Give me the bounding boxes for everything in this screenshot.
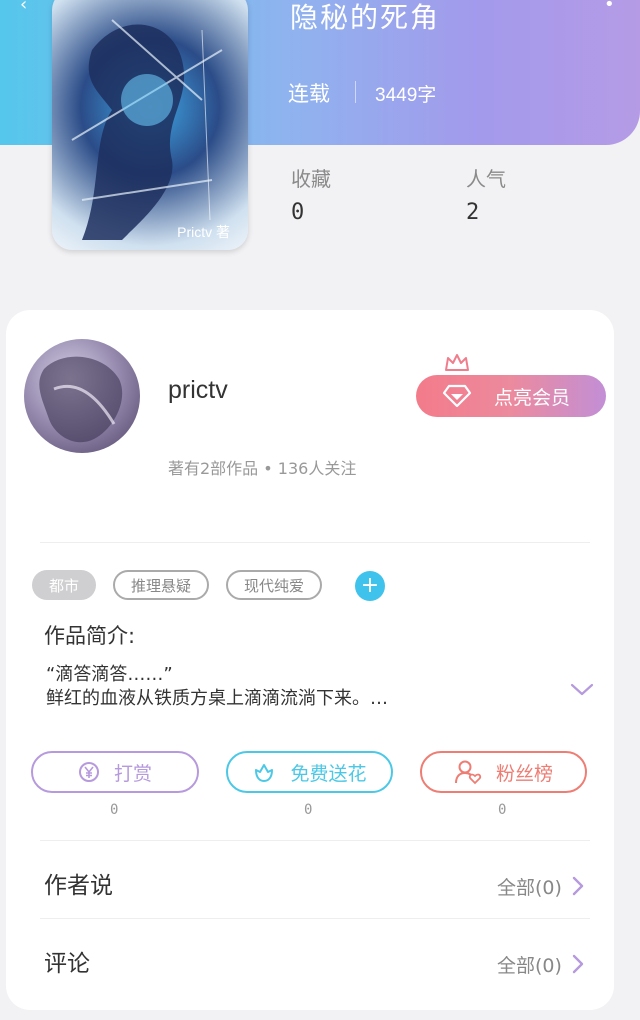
- tag-label: 推理悬疑: [130, 576, 191, 595]
- more-icon[interactable]: •: [604, 0, 615, 15]
- tag-label: 都市: [48, 576, 79, 595]
- chevron-right-icon[interactable]: [570, 875, 586, 897]
- back-icon[interactable]: ‹: [20, 0, 27, 15]
- avatar[interactable]: [24, 339, 140, 453]
- cover-art-image: [71, 19, 223, 241]
- fan-count: 0: [498, 802, 507, 818]
- fan-rank-icon: [454, 759, 482, 785]
- serial-status: 连载: [288, 82, 330, 106]
- divider: [40, 542, 590, 543]
- chevron-down-icon[interactable]: [570, 682, 594, 698]
- status-divider: [355, 81, 356, 103]
- popularity-count: 2: [466, 200, 480, 225]
- free-flower-button[interactable]: 免费送花: [226, 751, 393, 793]
- free-flower-label: 免费送花: [290, 762, 367, 785]
- divider: [40, 918, 590, 919]
- vip-button-label: 点亮会员: [494, 386, 571, 409]
- reward-count: 0: [110, 802, 119, 818]
- intro-title: 作品简介:: [44, 624, 136, 648]
- chevron-right-icon[interactable]: [570, 953, 586, 975]
- yen-icon: [78, 761, 100, 783]
- popularity-label: 人气: [466, 167, 506, 191]
- diamond-icon: [442, 384, 472, 408]
- reward-label: 打赏: [113, 762, 152, 785]
- reward-button[interactable]: 打赏: [31, 751, 199, 793]
- word-count: 3449字: [375, 85, 437, 106]
- author-notes-all-link[interactable]: 全部(0): [497, 873, 562, 900]
- crown-icon: [445, 354, 469, 371]
- book-title: 隐秘的死角: [290, 1, 441, 34]
- author-name[interactable]: prictv: [168, 376, 228, 405]
- author-works-followers: 著有2部作品 • 136人关注: [168, 459, 357, 478]
- tag-label: 现代纯爱: [243, 576, 304, 595]
- add-tag-button[interactable]: +: [355, 571, 385, 601]
- tag-modern-romance[interactable]: 现代纯爱: [226, 570, 322, 600]
- favorites-label: 收藏: [291, 167, 331, 191]
- tag-urban[interactable]: 都市: [32, 570, 96, 600]
- comments-title[interactable]: 评论: [44, 944, 90, 978]
- cover-signature: Prictv 著: [177, 224, 230, 240]
- fan-rank-button[interactable]: 粉丝榜: [420, 751, 587, 793]
- divider: [40, 840, 590, 841]
- flower-count: 0: [304, 802, 313, 818]
- activate-vip-button[interactable]: 点亮会员: [416, 375, 606, 417]
- book-cover[interactable]: Prictv 著: [52, 0, 248, 250]
- flower-icon: [252, 760, 276, 784]
- tag-mystery[interactable]: 推理悬疑: [113, 570, 209, 600]
- intro-text-line1: “滴答滴答……”: [46, 664, 173, 685]
- avatar-image: [39, 356, 123, 443]
- comments-all-link[interactable]: 全部(0): [497, 951, 562, 978]
- intro-text-line2: 鲜红的血液从铁质方桌上滴滴流淌下来。…: [46, 688, 388, 709]
- fan-rank-label: 粉丝榜: [495, 762, 553, 785]
- favorites-count: 0: [291, 200, 305, 225]
- author-notes-title[interactable]: 作者说: [44, 866, 113, 900]
